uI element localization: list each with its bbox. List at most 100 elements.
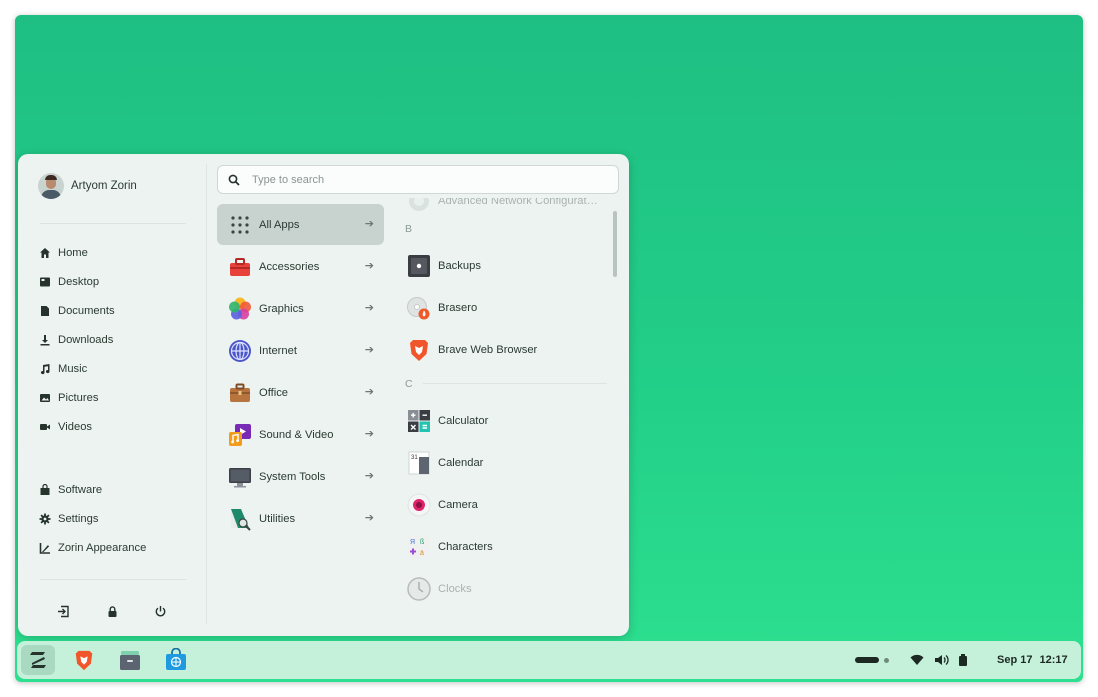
graphics-icon — [228, 297, 252, 321]
place-label: Home — [58, 247, 88, 259]
clock[interactable]: Sep 17 12:17 — [997, 641, 1068, 679]
app-menu: Artyom Zorin Home Desktop Documents Down… — [18, 154, 629, 636]
app-backups[interactable]: Backups — [403, 249, 607, 283]
category-label: Office — [259, 386, 289, 399]
software-store-icon — [166, 648, 186, 670]
category-office[interactable]: Office ➔ — [217, 372, 384, 413]
calendar-icon: 31 — [407, 451, 431, 475]
taskbar-brave[interactable] — [67, 645, 101, 675]
app-label: Calendar — [438, 457, 484, 469]
system-software[interactable]: Software — [39, 480, 102, 500]
app-brave-web-browser[interactable]: Brave Web Browser — [403, 333, 607, 367]
backups-icon — [407, 254, 431, 278]
category-label: Graphics — [259, 302, 304, 315]
place-downloads[interactable]: Downloads — [39, 330, 113, 350]
document-icon — [41, 306, 49, 316]
app-calculator[interactable]: Calculator — [403, 404, 607, 438]
taskbar-files[interactable] — [113, 645, 147, 675]
arrow-right-icon: ➔ — [364, 470, 374, 482]
system-zorin-appearance[interactable]: Zorin Appearance — [39, 538, 146, 558]
app-label: Advanced Network Configurat… — [438, 198, 598, 207]
category-internet[interactable]: Internet ➔ — [217, 330, 384, 371]
menu-left-column: Artyom Zorin Home Desktop Documents Down… — [18, 154, 206, 636]
system-label: Software — [58, 484, 103, 496]
category-label: Sound & Video — [259, 428, 334, 441]
category-all-apps[interactable]: All Apps ➔ — [217, 204, 384, 245]
section-divider — [423, 383, 607, 384]
app-list-scrollbar[interactable] — [613, 211, 617, 277]
workspace-active — [855, 657, 879, 663]
app-advanced-network[interactable]: Advanced Network Configurat… — [403, 198, 607, 218]
briefcase-icon — [228, 381, 252, 405]
place-music[interactable]: Music — [39, 359, 87, 379]
app-clocks[interactable]: Clocks — [403, 572, 607, 606]
category-graphics[interactable]: Graphics ➔ — [217, 288, 384, 329]
video-icon — [40, 424, 50, 430]
software-icon — [40, 484, 50, 495]
app-label: Camera — [438, 499, 478, 511]
search-box[interactable] — [217, 165, 619, 194]
category-utilities[interactable]: Utilities ➔ — [217, 498, 384, 539]
logout-icon — [57, 605, 69, 617]
category-accessories[interactable]: Accessories ➔ — [217, 246, 384, 287]
monitor-icon — [228, 465, 252, 489]
zorin-menu-button[interactable] — [21, 645, 55, 675]
arrow-right-icon: ➔ — [364, 512, 374, 524]
brave-icon — [75, 650, 93, 671]
appearance-icon — [39, 543, 50, 554]
section-letter-b: B — [405, 223, 413, 235]
user-profile[interactable]: Artyom Zorin — [38, 173, 137, 199]
svg-text:Я: Я — [410, 539, 415, 546]
multimedia-icon — [228, 423, 252, 447]
clock-icon — [407, 577, 431, 601]
app-label: Clocks — [438, 583, 472, 595]
place-home[interactable]: Home — [39, 243, 88, 263]
system-label: Settings — [58, 513, 99, 525]
app-characters[interactable]: Яßä Characters — [403, 530, 607, 564]
category-label: All Apps — [259, 218, 300, 231]
place-desktop[interactable]: Desktop — [39, 272, 99, 292]
app-list[interactable]: Advanced Network Configurat… B Backups B… — [403, 198, 613, 630]
app-label: Characters — [438, 541, 493, 553]
category-system-tools[interactable]: System Tools ➔ — [217, 456, 384, 497]
svg-text:ä: ä — [420, 550, 424, 557]
system-tray[interactable] — [910, 641, 968, 679]
system-label: Zorin Appearance — [58, 542, 147, 554]
app-calendar[interactable]: 31 Calendar — [403, 446, 607, 480]
place-pictures[interactable]: Pictures — [39, 388, 98, 408]
category-sound-video[interactable]: Sound & Video ➔ — [217, 414, 384, 455]
power-button[interactable] — [152, 603, 168, 619]
search-input[interactable] — [250, 172, 618, 187]
logout-button[interactable] — [55, 603, 71, 619]
system-settings[interactable]: Settings — [39, 509, 98, 529]
grid-icon — [228, 213, 252, 237]
place-label: Pictures — [58, 392, 99, 404]
workspace-indicator[interactable] — [855, 641, 889, 679]
app-brasero[interactable]: Brasero — [403, 291, 607, 325]
app-label: Backups — [438, 260, 481, 272]
section-letter-c: C — [405, 378, 413, 390]
clock-time: 12:17 — [1039, 654, 1068, 666]
avatar — [38, 173, 64, 199]
network-icon — [407, 198, 431, 213]
files-icon — [120, 651, 140, 670]
arrow-right-icon: ➔ — [364, 428, 374, 440]
power-icon — [155, 605, 165, 616]
app-camera[interactable]: Camera — [403, 488, 607, 522]
battery-icon — [959, 654, 967, 666]
utilities-icon — [228, 507, 252, 531]
camera-icon — [407, 493, 431, 517]
place-label: Music — [58, 363, 88, 375]
characters-icon: Яßä — [407, 535, 431, 559]
app-label: Calculator — [438, 415, 489, 427]
place-label: Videos — [58, 421, 93, 433]
arrow-right-icon: ➔ — [364, 344, 374, 356]
taskbar-software-store[interactable] — [159, 645, 193, 675]
category-label: Internet — [259, 344, 297, 357]
arrow-right-icon: ➔ — [364, 260, 374, 272]
place-documents[interactable]: Documents — [39, 301, 115, 321]
place-videos[interactable]: Videos — [39, 417, 92, 437]
column-divider — [206, 164, 207, 624]
lock-button[interactable] — [104, 603, 120, 619]
brasero-icon — [407, 296, 431, 320]
